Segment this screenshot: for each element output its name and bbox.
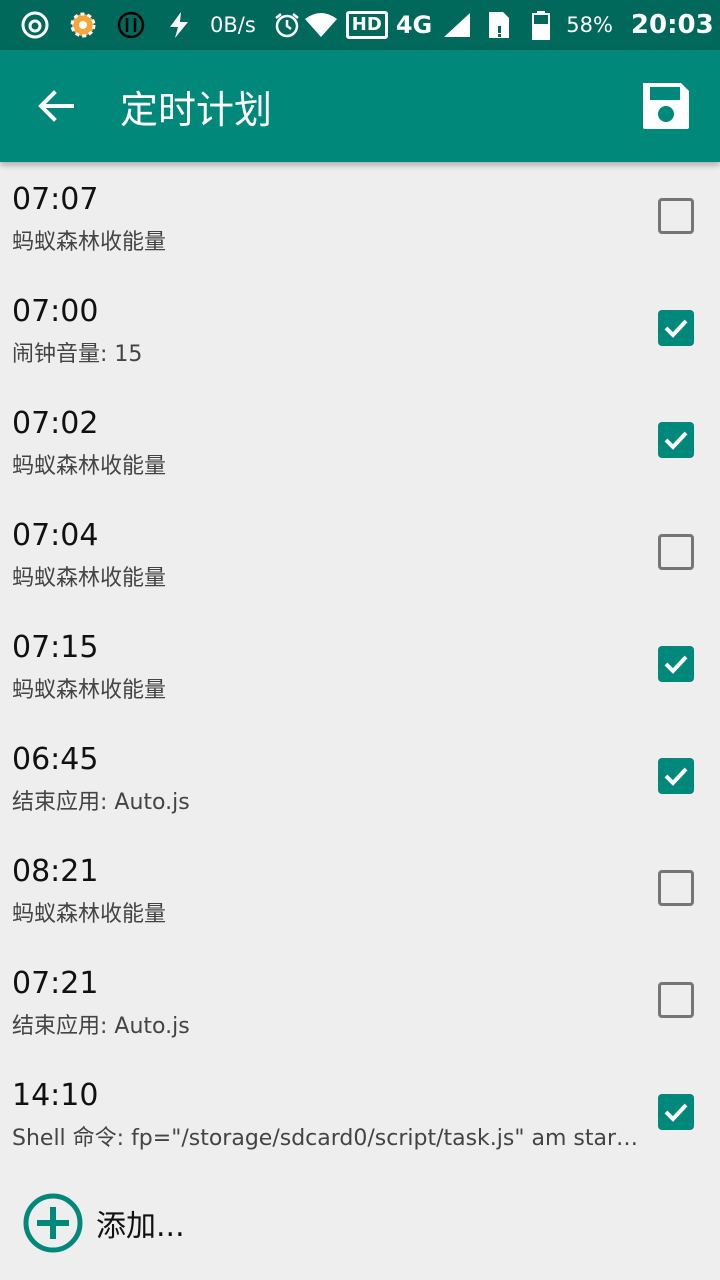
schedule-description: 蚂蚁森林收能量: [12, 678, 167, 703]
schedule-enabled-checkbox[interactable]: [658, 646, 694, 682]
schedule-item[interactable]: 07:07 蚂蚁森林收能量: [0, 162, 720, 274]
schedule-enabled-checkbox[interactable]: [658, 1094, 694, 1130]
settings-gear-icon: [66, 8, 100, 42]
schedule-time: 07:02: [12, 406, 99, 441]
schedule-description: 闹钟音量: 15: [12, 342, 143, 367]
net-speed-text: 0B/s: [210, 13, 256, 37]
schedule-time: 07:00: [12, 294, 99, 329]
page-title: 定时计划: [120, 87, 273, 132]
schedule-time: 08:21: [12, 854, 99, 889]
schedule-item[interactable]: 08:21 蚂蚁森林收能量: [0, 834, 720, 946]
save-button[interactable]: [630, 70, 702, 142]
check-icon: [664, 431, 688, 450]
schedule-time: 07:04: [12, 518, 99, 553]
save-icon: [643, 83, 689, 129]
schedule-enabled-checkbox[interactable]: [658, 870, 694, 906]
add-label: 添加...: [96, 1209, 185, 1244]
wifi-icon: [304, 8, 338, 42]
check-icon: [664, 655, 688, 674]
schedule-description: 结束应用: Auto.js: [12, 790, 190, 815]
schedule-enabled-checkbox[interactable]: [658, 198, 694, 234]
schedule-enabled-checkbox[interactable]: [658, 534, 694, 570]
schedule-time: 14:10: [12, 1078, 99, 1113]
schedule-description: 蚂蚁森林收能量: [12, 454, 167, 479]
schedule-item[interactable]: 06:45 结束应用: Auto.js: [0, 722, 720, 834]
schedule-item[interactable]: 07:00 闹钟音量: 15: [0, 274, 720, 386]
back-button[interactable]: [20, 70, 92, 142]
schedule-description: 蚂蚁森林收能量: [12, 566, 167, 591]
check-icon: [664, 1103, 688, 1122]
schedule-item[interactable]: 14:10 Shell 命令: fp="/storage/sdcard0/scri…: [0, 1058, 720, 1170]
network-type-text: 4G: [395, 11, 433, 39]
schedule-time: 07:21: [12, 966, 99, 1001]
check-icon: [664, 319, 688, 338]
schedule-enabled-checkbox[interactable]: [658, 310, 694, 346]
battery-percent: 58%: [566, 13, 613, 37]
schedule-description: 结束应用: Auto.js: [12, 1014, 190, 1039]
hd-badge: HD: [345, 11, 388, 39]
add-schedule-button[interactable]: 添加...: [22, 1192, 185, 1254]
signal-icon: [440, 8, 474, 42]
schedule-enabled-checkbox[interactable]: [658, 758, 694, 794]
schedule-list: 07:07 蚂蚁森林收能量 07:00 闹钟音量: 15 07:02 蚂蚁森林收能量 07:…: [0, 162, 720, 1170]
add-circle-icon: [23, 1193, 83, 1253]
schedule-description: 蚂蚁森林收能量: [12, 902, 167, 927]
schedule-time: 06:45: [12, 742, 99, 777]
schedule-enabled-checkbox[interactable]: [658, 422, 694, 458]
check-icon: [664, 767, 688, 786]
flash-icon: [162, 8, 196, 42]
arrow-back-icon: [38, 90, 74, 122]
schedule-item[interactable]: 07:21 结束应用: Auto.js: [0, 946, 720, 1058]
schedule-enabled-checkbox[interactable]: [658, 982, 694, 1018]
clock-time: 20:03: [630, 10, 714, 40]
sim-alert-icon: [482, 8, 516, 42]
schedule-description: Shell 命令: fp="/storage/sdcard0/script/ta…: [12, 1126, 642, 1151]
status-bar: 0B/s HD 4G 58% 20:03: [0, 0, 720, 50]
schedule-time: 07:15: [12, 630, 99, 665]
app-toolbar: 定时计划: [0, 50, 720, 162]
battery-icon: [524, 8, 558, 42]
schedule-item[interactable]: 07:04 蚂蚁森林收能量: [0, 498, 720, 610]
schedule-item[interactable]: 07:02 蚂蚁森林收能量: [0, 386, 720, 498]
data-transfer-icon: [114, 8, 148, 42]
schedule-time: 07:07: [12, 182, 99, 217]
schedule-description: 蚂蚁森林收能量: [12, 230, 167, 255]
netease-music-icon: [18, 8, 52, 42]
schedule-item[interactable]: 07:15 蚂蚁森林收能量: [0, 610, 720, 722]
alarm-icon: [270, 8, 304, 42]
